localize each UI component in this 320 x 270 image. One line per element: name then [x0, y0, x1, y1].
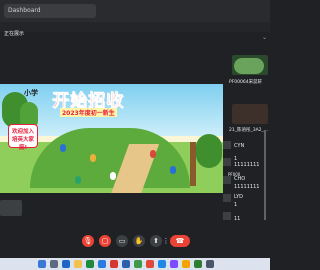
- app-icon[interactable]: [98, 260, 106, 268]
- app-icon[interactable]: [158, 260, 166, 268]
- presenting-banner: 正在展示: [4, 31, 25, 37]
- app-icon[interactable]: [122, 260, 130, 268]
- search-icon[interactable]: [50, 260, 58, 268]
- participant-avatar[interactable]: [223, 158, 231, 166]
- poster-tree: [196, 134, 222, 168]
- app-icon[interactable]: [194, 260, 202, 268]
- welcome-line: 培英大家庭!: [11, 137, 34, 151]
- participant-name: 21_陈语彤_3A2_...: [229, 128, 269, 133]
- raise-hand-icon[interactable]: ✋: [133, 235, 145, 247]
- app-icon[interactable]: [206, 260, 214, 268]
- poster-school-name: 小学: [24, 88, 38, 97]
- poster-figure: [150, 150, 156, 158]
- browser-tab[interactable]: Dashboard: [4, 4, 96, 18]
- poster-figure: [60, 144, 66, 152]
- app-icon[interactable]: [170, 260, 178, 268]
- file-explorer-icon[interactable]: [74, 260, 82, 268]
- chevron-down-icon[interactable]: ⌄: [262, 34, 267, 41]
- end-call-button[interactable]: ☎: [170, 235, 190, 247]
- participant-avatar[interactable]: [223, 212, 231, 220]
- poster-figure: [110, 172, 116, 180]
- mic-off-icon[interactable]: 🎙: [82, 235, 94, 247]
- presentation-stage: 小学 开始招收 2023年度初一新生 欢迎加入 培英大家庭!: [0, 84, 223, 193]
- participant-avatar[interactable]: [223, 141, 231, 149]
- app-icon[interactable]: [86, 260, 94, 268]
- poster-figure: [75, 176, 81, 184]
- participant-line: 11111111: [234, 162, 260, 168]
- app-icon[interactable]: [182, 260, 190, 268]
- participant-name: CYN: [234, 143, 245, 149]
- participant-name: CHO: [234, 176, 246, 182]
- poster-figure: [90, 154, 96, 162]
- camera-off-icon[interactable]: ▢: [99, 235, 111, 247]
- app-icon[interactable]: [134, 260, 142, 268]
- poster-welcome-sign: 欢迎加入 培英大家庭!: [8, 124, 38, 151]
- participant-video-tile[interactable]: [232, 55, 268, 75]
- task-view-icon[interactable]: [62, 260, 70, 268]
- poster-subtitle: 2023年度初一新生: [60, 108, 117, 117]
- self-view-thumbnail[interactable]: [0, 200, 22, 216]
- participant-video: [234, 58, 264, 74]
- poster-figure: [170, 166, 176, 174]
- participant-name: LYD: [234, 194, 244, 200]
- participant-line: 1: [234, 202, 238, 208]
- participant-avatar[interactable]: [223, 176, 231, 184]
- captions-icon[interactable]: ▭: [116, 235, 128, 247]
- participant-avatar[interactable]: [223, 194, 231, 202]
- welcome-line: 欢迎加入: [11, 129, 34, 135]
- windows-start-icon[interactable]: [38, 260, 46, 268]
- participant-name: PF00064宋蕊轩: [229, 80, 263, 85]
- browser-toolbar: [0, 22, 270, 32]
- participant-name: 1 11111111: [234, 156, 259, 168]
- app-icon[interactable]: [110, 260, 118, 268]
- participant-video-tile[interactable]: [232, 104, 268, 124]
- participant-line: 11111111: [234, 184, 260, 190]
- chrome-icon[interactable]: [146, 260, 154, 268]
- participant-line: 11: [234, 216, 241, 222]
- participant-scrollbar[interactable]: [264, 130, 266, 220]
